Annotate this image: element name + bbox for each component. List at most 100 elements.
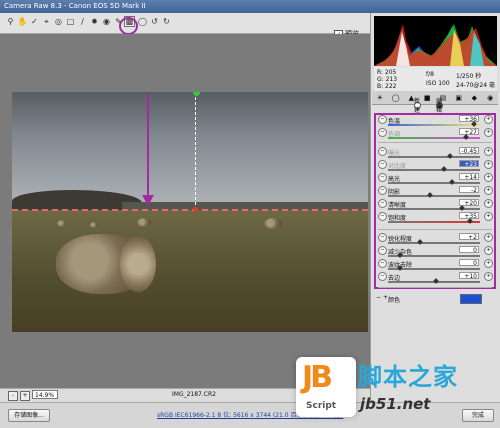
tool-highlight-circle [119,17,138,35]
slider-row: −减少杂色0+ [376,246,494,258]
gradient-end-pin[interactable] [193,207,198,212]
minus-icon[interactable]: − [378,212,387,221]
slider-value-field[interactable]: +36 [459,115,479,123]
divider [378,142,492,143]
slider-value-field[interactable]: +23 [459,160,479,168]
radial-filter-icon[interactable]: ◯ [137,16,148,27]
plus-icon[interactable]: + [484,186,493,195]
minus-icon[interactable]: − [378,147,387,156]
iso: ISO 100 [426,80,450,87]
slider-value-field[interactable]: +27 [459,128,479,136]
zoom-icon[interactable]: ⚲ [5,16,16,27]
minus-icon[interactable]: − [378,115,387,124]
slider-row: − 锐化程度 +2 + [376,233,494,245]
annotation-arrow [147,94,149,199]
save-image-button[interactable]: 存储图像... [8,409,50,422]
spot-removal-icon[interactable]: ✹ [89,16,100,27]
tab-tone-curve-icon[interactable]: ◯ [388,91,404,104]
slider-track[interactable] [388,195,480,197]
tab-effects-icon[interactable]: ◆ [467,91,483,104]
straighten-icon[interactable]: ∕ [77,16,88,27]
window-titlebar: Camera Raw 8.3 - Canon EOS 5D Mark II [0,0,500,13]
slider-row: − 去边 +10 + [376,272,494,284]
minus-icon[interactable]: − [378,160,387,169]
slider-value-field[interactable]: +14 [459,173,479,181]
red-eye-icon[interactable]: ◉ [101,16,112,27]
minus-icon[interactable]: − [378,186,387,195]
slider-row: − 色温 +36 + [376,115,494,127]
plus-icon[interactable]: + [484,128,493,137]
watermark-url: jb51.net [360,395,431,413]
done-button[interactable]: 完成 [462,409,494,422]
rotate-cw-icon[interactable]: ↻ [161,16,172,27]
slider-value-field[interactable]: 0 [459,246,479,254]
plus-icon[interactable]: + [484,259,493,268]
slider-track[interactable] [388,221,480,223]
slider-row: − 曝光 -0.45 + [376,147,494,159]
plus-icon[interactable]: + [484,147,493,156]
slider-row: − 饱和度 +35 + [376,212,494,224]
crop-icon[interactable]: □ [65,16,76,27]
rgb-g: G: 213 [377,76,398,83]
slider-track[interactable] [388,156,480,158]
plus-icon[interactable]: + [484,173,493,182]
tab-lens-icon[interactable]: ▣ [451,91,467,104]
minus-icon[interactable]: − [378,173,387,182]
target-adjust-icon[interactable]: ◎ [53,16,64,27]
hay-bale-large [56,234,156,294]
minus-icon[interactable]: − [378,128,387,137]
slider-row: −波纹去除0+ [376,259,494,271]
tab-calibration-icon[interactable]: ◉ [482,91,498,104]
histogram [374,16,497,66]
tab-hsl-icon[interactable]: ■ [419,91,435,104]
zoom-level[interactable]: 14.9% [32,390,58,399]
slider-value-field[interactable]: 0 [459,259,479,267]
camera-info: R: 205 G: 213 B: 222 f/8 1/250 秒 ISO 100… [374,67,497,98]
slider-row: − 清晰度 +20 + [376,199,494,211]
color-label: 颜色 [388,297,401,304]
plus-icon[interactable]: + [484,212,493,221]
slider-value-field[interactable]: -0.45 [459,147,479,155]
divider [378,287,492,288]
slider-track[interactable] [388,169,480,171]
slider-track[interactable] [388,124,480,126]
minus-icon[interactable]: − [378,259,387,268]
zoom-in-button[interactable]: + [20,391,30,401]
minus-icon[interactable]: − [378,199,387,208]
slider-value-field[interactable]: +10 [459,272,479,280]
slider-track[interactable] [388,208,480,210]
hay-bale [57,220,67,227]
white-balance-icon[interactable]: ✓ [29,16,40,27]
slider-value-field[interactable]: -2 [459,186,479,194]
rotate-ccw-icon[interactable]: ↺ [149,16,160,27]
minus-icon[interactable]: − [378,272,387,281]
watermark-logo-sub: Script [306,401,337,411]
slider-track[interactable] [388,182,480,184]
plus-icon[interactable]: + [484,199,493,208]
slider-row: − 色调 +27 + [376,128,494,140]
minus-icon[interactable]: − [378,233,387,242]
window-title: Camera Raw 8.3 - Canon EOS 5D Mark II [4,2,146,10]
minus-icon[interactable]: − [378,246,387,255]
plus-icon[interactable]: + [484,272,493,281]
hand-icon[interactable]: ✋ [17,16,28,27]
hay-bale [264,218,282,229]
gradient-guide-line[interactable] [195,92,196,210]
file-name: IMG_2187.CR2 [172,391,216,398]
photo-preview[interactable] [12,92,368,332]
gradient-end-line[interactable] [12,209,368,211]
slider-row: − 阴影 -2 + [376,186,494,198]
plus-icon[interactable]: + [484,233,493,242]
color-minus-icon[interactable]: − [376,294,381,301]
zoom-out-button[interactable]: - [8,391,18,401]
slider-track[interactable] [388,242,480,244]
plus-icon[interactable]: + [484,115,493,124]
tab-basic-icon[interactable]: ☀ [372,91,388,104]
color-swatch[interactable] [460,294,482,304]
shutter-speed: 1/250 秒 [456,73,482,80]
slider-value-field[interactable]: +2 [459,233,479,241]
hay-bale [137,218,151,227]
plus-icon[interactable]: + [484,160,493,169]
color-sampler-icon[interactable]: ⌖ [41,16,52,27]
plus-icon[interactable]: + [484,246,493,255]
